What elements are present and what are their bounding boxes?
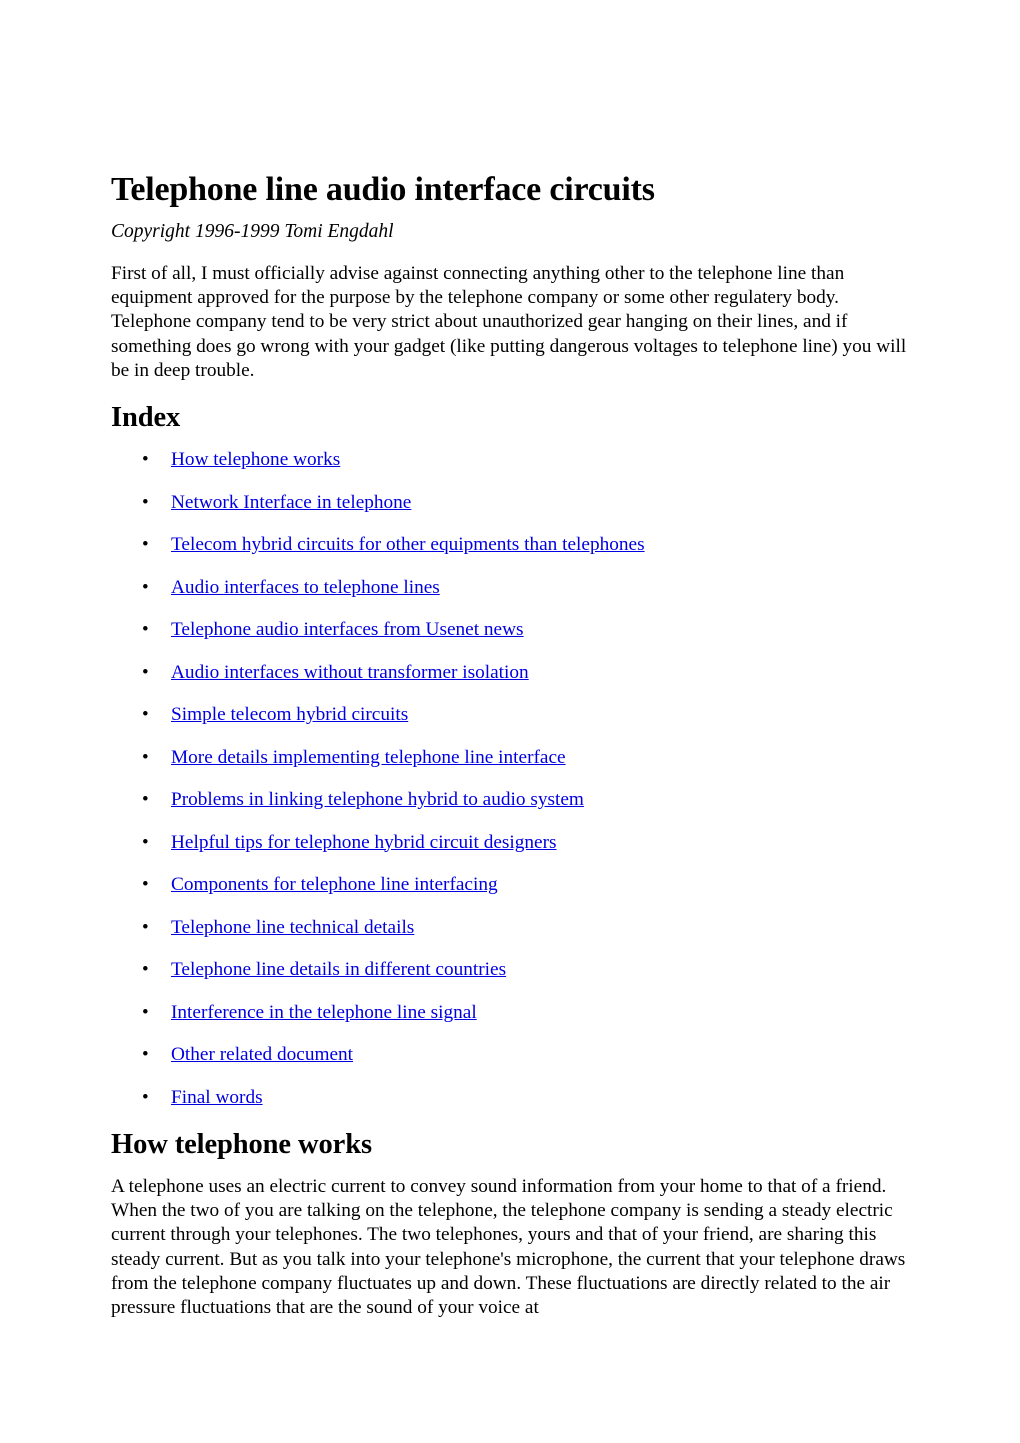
index-link-simple-telecom-hybrid-circuits[interactable]: Simple telecom hybrid circuits xyxy=(171,704,408,725)
page-title: Telephone line audio interface circuits xyxy=(111,171,655,208)
list-item: • More details implementing telephone li… xyxy=(111,746,911,769)
list-item: • Problems in linking telephone hybrid t… xyxy=(111,788,911,811)
intro-paragraph: First of all, I must officially advise a… xyxy=(111,263,907,381)
bullet-icon: • xyxy=(142,576,149,598)
bullet-icon: • xyxy=(142,789,149,811)
bullet-icon: • xyxy=(142,491,149,513)
copyright-byline: Copyright 1996-1999 Tomi Engdahl xyxy=(111,221,394,242)
document-page: Telephone line audio interface circuits … xyxy=(0,0,1020,1443)
index-link-audio-interfaces-without-transformer-isolation[interactable]: Audio interfaces without transformer iso… xyxy=(171,662,529,683)
index-link-interference-in-the-telephone-line-signal[interactable]: Interference in the telephone line signa… xyxy=(171,1002,477,1023)
index-link-telecom-hybrid-circuits-for-other-equipments[interactable]: Telecom hybrid circuits for other equipm… xyxy=(171,534,645,555)
index-link-list: • How telephone works • Network Interfac… xyxy=(111,448,911,1109)
index-link-other-related-document[interactable]: Other related document xyxy=(171,1044,353,1065)
list-item: • How telephone works xyxy=(111,448,911,471)
bullet-icon: • xyxy=(142,916,149,938)
bullet-icon: • xyxy=(142,704,149,726)
bullet-icon: • xyxy=(142,1086,149,1108)
list-item: • Telephone line details in different co… xyxy=(111,958,911,981)
list-item: • Interference in the telephone line sig… xyxy=(111,1001,911,1024)
list-item: • Audio interfaces without transformer i… xyxy=(111,661,911,684)
list-item: • Telecom hybrid circuits for other equi… xyxy=(111,533,911,556)
index-link-helpful-tips-for-telephone-hybrid-circuit-designers[interactable]: Helpful tips for telephone hybrid circui… xyxy=(171,832,557,853)
bullet-icon: • xyxy=(142,534,149,556)
bullet-icon: • xyxy=(142,746,149,768)
index-link-telephone-audio-interfaces-from-usenet-news[interactable]: Telephone audio interfaces from Usenet n… xyxy=(171,619,524,640)
bullet-icon: • xyxy=(142,1044,149,1066)
list-item: • Telephone audio interfaces from Usenet… xyxy=(111,618,911,641)
index-link-how-telephone-works[interactable]: How telephone works xyxy=(171,449,340,470)
list-item: • Simple telecom hybrid circuits xyxy=(111,703,911,726)
list-item: • Components for telephone line interfac… xyxy=(111,873,911,896)
bullet-icon: • xyxy=(142,449,149,471)
index-link-final-words[interactable]: Final words xyxy=(171,1087,263,1108)
index-link-network-interface-in-telephone[interactable]: Network Interface in telephone xyxy=(171,492,411,513)
index-link-telephone-line-details-in-different-countries[interactable]: Telephone line details in different coun… xyxy=(171,959,506,980)
index-heading: Index xyxy=(111,402,181,434)
bullet-icon: • xyxy=(142,1001,149,1023)
list-item: • Network Interface in telephone xyxy=(111,491,911,514)
list-item: • Audio interfaces to telephone lines xyxy=(111,576,911,599)
index-link-problems-in-linking-telephone-hybrid-to-audio-system[interactable]: Problems in linking telephone hybrid to … xyxy=(171,789,584,810)
bullet-icon: • xyxy=(142,831,149,853)
bullet-icon: • xyxy=(142,661,149,683)
how-telephone-works-paragraph: A telephone uses an electric current to … xyxy=(111,1176,906,1319)
list-item: • Final words xyxy=(111,1086,911,1109)
index-link-telephone-line-technical-details[interactable]: Telephone line technical details xyxy=(171,917,414,938)
index-link-more-details-implementing-telephone-line-interface[interactable]: More details implementing telephone line… xyxy=(171,747,566,768)
how-telephone-works-heading: How telephone works xyxy=(111,1129,372,1161)
list-item: • Other related document xyxy=(111,1043,911,1066)
list-item: • Telephone line technical details xyxy=(111,916,911,939)
list-item: • Helpful tips for telephone hybrid circ… xyxy=(111,831,911,854)
bullet-icon: • xyxy=(142,619,149,641)
index-link-audio-interfaces-to-telephone-lines[interactable]: Audio interfaces to telephone lines xyxy=(171,577,440,598)
bullet-icon: • xyxy=(142,874,149,896)
index-link-components-for-telephone-line-interfacing[interactable]: Components for telephone line interfacin… xyxy=(171,874,498,895)
bullet-icon: • xyxy=(142,959,149,981)
